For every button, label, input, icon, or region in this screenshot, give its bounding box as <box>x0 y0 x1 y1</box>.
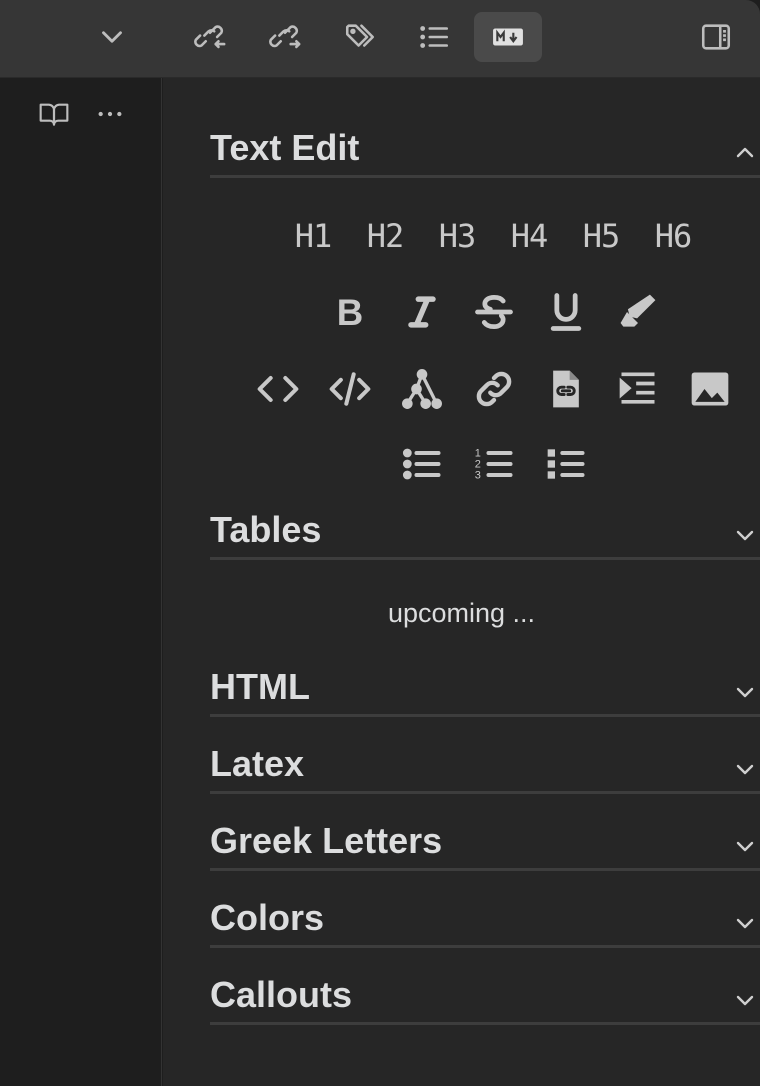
markdown-icon <box>493 28 523 46</box>
italic-icon <box>408 296 436 328</box>
outline-button[interactable] <box>409 12 459 62</box>
heading-1-button[interactable]: H1 <box>285 208 341 264</box>
more-options-button[interactable] <box>90 94 130 134</box>
strikethrough-button[interactable] <box>466 284 522 340</box>
underline-button[interactable] <box>538 284 594 340</box>
chevron-down-icon <box>736 918 754 929</box>
markdown-tools-panel: Text Edit H1 H2 H3 H4 H5 H6 B 1 2 3 Tabl… <box>163 78 760 1086</box>
outline-icon <box>420 26 449 48</box>
heading-6-button[interactable]: H6 <box>645 208 701 264</box>
outgoing-links-icon <box>269 25 301 49</box>
chevron-down-icon <box>736 687 754 698</box>
section-colors[interactable]: Colors <box>210 897 760 948</box>
code-block-icon <box>329 372 371 406</box>
reading-view-button[interactable] <box>34 94 74 134</box>
backlinks-icon <box>194 25 226 49</box>
image-button[interactable] <box>682 361 738 417</box>
heading-2-button[interactable]: H2 <box>357 208 413 264</box>
bullet-list-icon <box>402 448 441 480</box>
section-title: Callouts <box>210 974 353 1015</box>
section-title: Text Edit <box>210 127 360 168</box>
chevron-down-icon <box>736 841 754 852</box>
section-tables[interactable]: Tables <box>210 509 760 560</box>
heading-5-button[interactable]: H5 <box>573 208 629 264</box>
heading-3-button[interactable]: H3 <box>429 208 485 264</box>
diagram-icon <box>402 369 442 409</box>
heading-4-button[interactable]: H4 <box>501 208 557 264</box>
file-link-button[interactable] <box>538 361 594 417</box>
collapse-button[interactable] <box>87 12 137 62</box>
highlight-button[interactable] <box>610 284 666 340</box>
chevron-down-icon <box>102 31 122 43</box>
section-title: Greek Letters <box>210 820 443 861</box>
bold-icon: B <box>337 292 363 333</box>
svg-text:B: B <box>337 292 363 333</box>
markdown-tools-button[interactable] <box>474 12 542 62</box>
chevron-down-icon <box>736 530 754 541</box>
link-icon <box>476 371 512 407</box>
chevron-up-icon <box>736 147 754 158</box>
sidebar-toggle-icon <box>701 24 731 50</box>
link-button[interactable] <box>466 361 522 417</box>
tags-icon <box>345 24 375 47</box>
section-title: HTML <box>210 666 310 707</box>
image-icon <box>691 372 729 406</box>
mermaid-button[interactable] <box>394 361 450 417</box>
tags-button[interactable] <box>335 12 385 62</box>
backlinks-button[interactable] <box>185 12 235 62</box>
inline-code-button[interactable] <box>250 361 306 417</box>
italic-button[interactable] <box>394 284 450 340</box>
file-link-icon <box>553 370 579 408</box>
numbered-list-button[interactable]: 123 <box>466 436 522 492</box>
outgoing-links-button[interactable] <box>260 12 310 62</box>
more-horizontal-icon <box>98 111 122 117</box>
chevron-down-icon <box>736 764 754 775</box>
tables-placeholder: upcoming ... <box>387 598 536 628</box>
underline-icon <box>550 293 582 331</box>
section-greek-letters[interactable]: Greek Letters <box>210 820 760 871</box>
section-title: Tables <box>210 509 322 550</box>
bullet-list-button[interactable] <box>394 436 450 492</box>
section-html[interactable]: HTML <box>210 666 760 717</box>
strikethrough-icon <box>475 294 513 330</box>
section-latex[interactable]: Latex <box>210 743 760 794</box>
highlighter-icon <box>620 294 656 327</box>
left-pane <box>0 78 162 1086</box>
code-icon <box>257 375 299 403</box>
section-title: Colors <box>210 897 325 938</box>
indent-icon <box>619 372 655 404</box>
indent-button[interactable] <box>610 361 666 417</box>
section-callouts[interactable]: Callouts <box>210 974 760 1025</box>
book-open-icon <box>39 103 69 126</box>
bold-button[interactable]: B <box>322 284 378 340</box>
section-title: Latex <box>210 743 305 784</box>
code-block-button[interactable] <box>322 361 378 417</box>
task-list-button[interactable] <box>538 436 594 492</box>
numbered-list-icon: 123 <box>475 448 513 482</box>
task-list-icon <box>547 449 585 479</box>
svg-text:3: 3 <box>475 470 481 482</box>
chevron-down-icon <box>736 995 754 1006</box>
section-text-edit[interactable]: Text Edit <box>210 127 760 178</box>
sidebar-toggle-button[interactable] <box>691 12 741 62</box>
top-toolbar <box>0 0 760 78</box>
